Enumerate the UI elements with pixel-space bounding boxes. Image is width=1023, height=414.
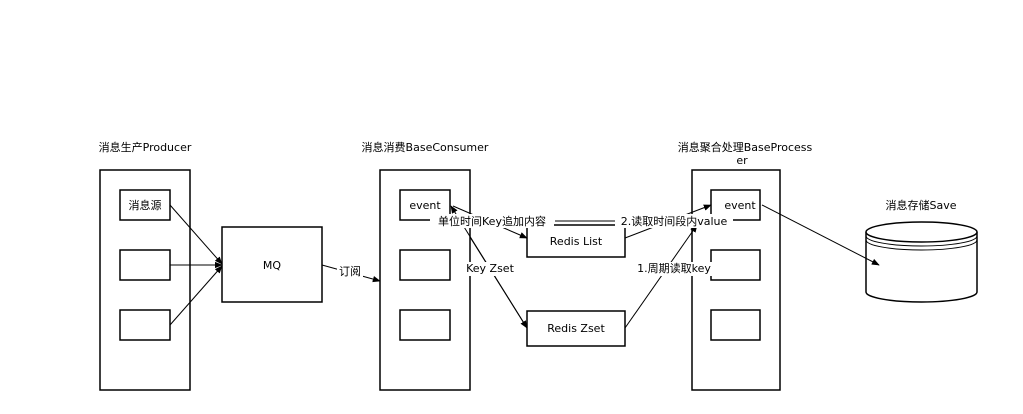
storage-cylinder-icon	[865, 221, 978, 303]
processor-box-2	[710, 249, 761, 281]
edge-key-zset-to-redis-zset	[469, 236, 528, 329]
redis-zset-label: Redis Zset	[547, 322, 605, 335]
architecture-diagram: 消息生产Producer 消息源 MQ 消息消费BaseConsumer eve…	[99, 140, 978, 391]
mq-label: MQ	[263, 259, 281, 272]
producer-source-label: 消息源	[129, 198, 162, 212]
key-zset-label: Key Zset	[466, 262, 514, 275]
processor-event-label: event	[724, 199, 756, 212]
processor-box-3	[710, 309, 761, 341]
consumer-box-2	[399, 249, 451, 281]
storage-title: 消息存储Save	[885, 198, 956, 212]
edge-redis-zset-to-processor	[624, 224, 698, 329]
consumer-box-3	[399, 309, 451, 341]
read-value-label: 2.读取时间段内value	[621, 214, 728, 228]
consumer-title: 消息消费BaseConsumer	[362, 140, 489, 154]
redis-list-label: Redis List	[550, 235, 603, 248]
consumer-event-label: event	[409, 199, 441, 212]
processor-title-line1: 消息聚合处理BaseProcess	[678, 140, 813, 154]
read-key-label: 1.周期读取key	[637, 261, 711, 275]
processor-title-line2: er	[736, 154, 748, 167]
producer-box-2	[119, 249, 171, 281]
append-label: 单位时间Key追加内容	[438, 214, 546, 228]
subscribe-label: 订阅	[339, 265, 361, 278]
producer-title: 消息生产Producer	[99, 140, 192, 154]
producer-box-3	[119, 309, 171, 341]
